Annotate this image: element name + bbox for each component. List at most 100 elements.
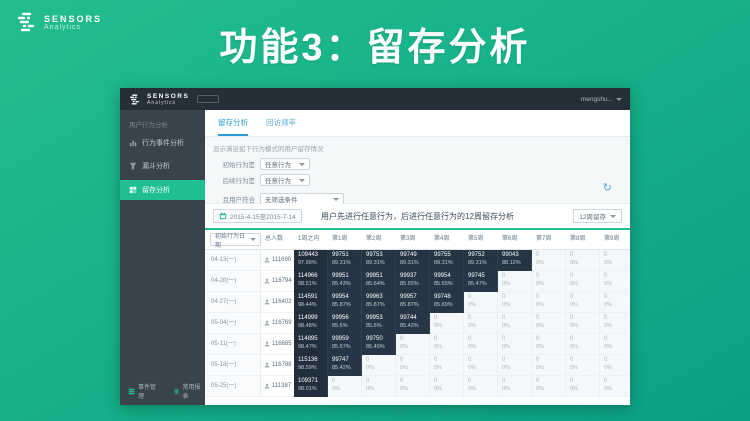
retention-cell: 00% bbox=[532, 355, 566, 376]
sidebar-section-label: 用户行为分析 bbox=[120, 110, 205, 129]
retained-percent: 0% bbox=[570, 323, 599, 330]
header-label: 初始行为日期 bbox=[215, 231, 247, 249]
chevron-down-icon bbox=[250, 238, 256, 244]
retention-cell: 00% bbox=[430, 355, 464, 376]
retention-cell: 00% bbox=[396, 376, 430, 397]
retained-percent: 0% bbox=[570, 344, 599, 351]
retained-percent: 97.99% bbox=[298, 260, 327, 267]
retained-count: 114895 bbox=[298, 336, 327, 344]
chevron-down-icon bbox=[333, 198, 339, 204]
cohort-date-sort-button[interactable]: 初始行为日期 bbox=[210, 233, 261, 246]
retained-percent: 85.6% bbox=[366, 323, 395, 330]
select-value: 任意行为 bbox=[265, 159, 291, 169]
retained-count: 99755 bbox=[434, 252, 463, 260]
retention-cell: 00% bbox=[362, 376, 396, 397]
report-icon bbox=[173, 388, 180, 395]
retained-percent: 0% bbox=[468, 365, 497, 372]
retained-percent: 89.31% bbox=[400, 260, 429, 267]
retained-percent: 98.01% bbox=[298, 386, 327, 393]
retained-percent: 0% bbox=[536, 365, 565, 372]
retained-percent: 88.12% bbox=[502, 260, 531, 267]
retention-cell: 9995485.65% bbox=[430, 271, 464, 292]
retained-percent: 0% bbox=[604, 260, 630, 267]
env-badge bbox=[197, 95, 219, 103]
retained-percent: 0% bbox=[604, 386, 630, 393]
retained-percent: 0% bbox=[570, 281, 599, 288]
retention-cell: 00% bbox=[430, 334, 464, 355]
date-range-button[interactable]: 2015-4-15至2015-7-14 bbox=[213, 209, 302, 223]
retained-count: 99953 bbox=[366, 315, 395, 323]
cohort-total-cell: 111387 bbox=[261, 376, 294, 397]
retention-cell: 9975189.31% bbox=[328, 250, 362, 271]
sidebar-item-common-reports[interactable]: 常用报表 bbox=[173, 382, 206, 400]
retained-percent: 85.87% bbox=[332, 302, 361, 309]
funnel-icon bbox=[129, 162, 137, 170]
retained-count: 0 bbox=[536, 336, 565, 344]
retention-cell: 9975289.31% bbox=[464, 250, 498, 271]
cohort-total-cell: 116685 bbox=[261, 334, 294, 355]
retained-percent: 0% bbox=[570, 386, 599, 393]
retained-count: 99744 bbox=[400, 315, 429, 323]
date-range-value: 2015-4-15至2015-7-14 bbox=[230, 211, 296, 221]
retained-percent: 0% bbox=[468, 302, 497, 309]
retained-percent: 98.47% bbox=[298, 344, 327, 351]
user-menu[interactable]: mengshu... bbox=[581, 95, 622, 104]
sidebar-footer: 事件管理 常用报表 bbox=[120, 382, 205, 400]
retained-count: 0 bbox=[604, 273, 630, 281]
refresh-icon[interactable]: ↻ bbox=[603, 183, 612, 194]
retention-cell: 11459198.44% bbox=[294, 292, 328, 313]
retention-cell: 00% bbox=[566, 355, 600, 376]
sidebar-item-funnel-analysis[interactable]: 漏斗分析 bbox=[120, 157, 205, 175]
retention-cell: 00% bbox=[532, 376, 566, 397]
retained-count: 0 bbox=[502, 294, 531, 302]
sidebar-item-event-analysis[interactable]: 行为事件分析 bbox=[120, 134, 205, 152]
filter-row-followup: 后续行为是 任意行为 bbox=[213, 174, 622, 186]
retention-cell: 00% bbox=[566, 292, 600, 313]
retained-percent: 0% bbox=[400, 386, 429, 393]
sensors-logo-icon bbox=[128, 93, 141, 106]
tab-retention[interactable]: 留存分析 bbox=[218, 110, 248, 136]
retention-cell: 00% bbox=[600, 376, 630, 397]
retained-percent: 85.87% bbox=[366, 302, 395, 309]
retained-count: 0 bbox=[434, 336, 463, 344]
period-select[interactable]: 12周留存 bbox=[573, 209, 622, 223]
retained-count: 99956 bbox=[332, 315, 361, 323]
retained-percent: 85.42% bbox=[400, 323, 429, 330]
retained-percent: 0% bbox=[570, 302, 599, 309]
sidebar-item-label: 留存分析 bbox=[142, 185, 170, 195]
retained-count: 0 bbox=[536, 378, 565, 386]
retained-percent: 98.59% bbox=[298, 365, 327, 372]
header-week-column: 第4周 bbox=[430, 230, 464, 249]
retained-count: 99748 bbox=[434, 294, 463, 302]
retention-cell: 00% bbox=[464, 292, 498, 313]
retention-cell: 00% bbox=[498, 271, 532, 292]
retained-count: 99747 bbox=[332, 357, 361, 365]
sidebar-item-event-manage[interactable]: 事件管理 bbox=[128, 382, 161, 400]
followup-behavior-select[interactable]: 任意行为 bbox=[260, 174, 310, 186]
initial-behavior-select[interactable]: 任意行为 bbox=[260, 158, 310, 170]
retention-cell: 11499998.48% bbox=[294, 313, 328, 334]
retained-percent: 0% bbox=[366, 365, 395, 372]
cohort-total-cell: 111690 bbox=[261, 250, 294, 271]
retention-cell: 00% bbox=[464, 355, 498, 376]
retained-percent: 0% bbox=[604, 323, 630, 330]
retained-percent: 0% bbox=[604, 281, 630, 288]
person-icon bbox=[264, 257, 270, 263]
retained-count: 0 bbox=[366, 357, 395, 365]
retained-percent: 0% bbox=[332, 386, 361, 393]
sidebar-item-retention-analysis[interactable]: 留存分析 bbox=[120, 180, 205, 200]
main-content: 留存分析 回访频率 显示满足如下行为模式的用户留存情况 初始行为是 任意行为 后… bbox=[205, 110, 630, 405]
retention-cell: 00% bbox=[498, 355, 532, 376]
retained-percent: 89.31% bbox=[434, 260, 463, 267]
retained-count: 0 bbox=[468, 336, 497, 344]
person-icon bbox=[264, 278, 270, 284]
retention-cell: 9996385.87% bbox=[362, 292, 396, 313]
retained-count: 0 bbox=[400, 357, 429, 365]
retained-count: 0 bbox=[604, 315, 630, 323]
app-topbar: SENSORS Analytics mengshu... bbox=[120, 88, 630, 110]
tab-revisit-frequency[interactable]: 回访频率 bbox=[266, 110, 296, 136]
app-brand: SENSORS Analytics bbox=[128, 93, 189, 106]
retained-count: 0 bbox=[332, 378, 361, 386]
retention-cell: 9975085.49% bbox=[362, 334, 396, 355]
header-week-column: 第7周 bbox=[532, 230, 566, 249]
